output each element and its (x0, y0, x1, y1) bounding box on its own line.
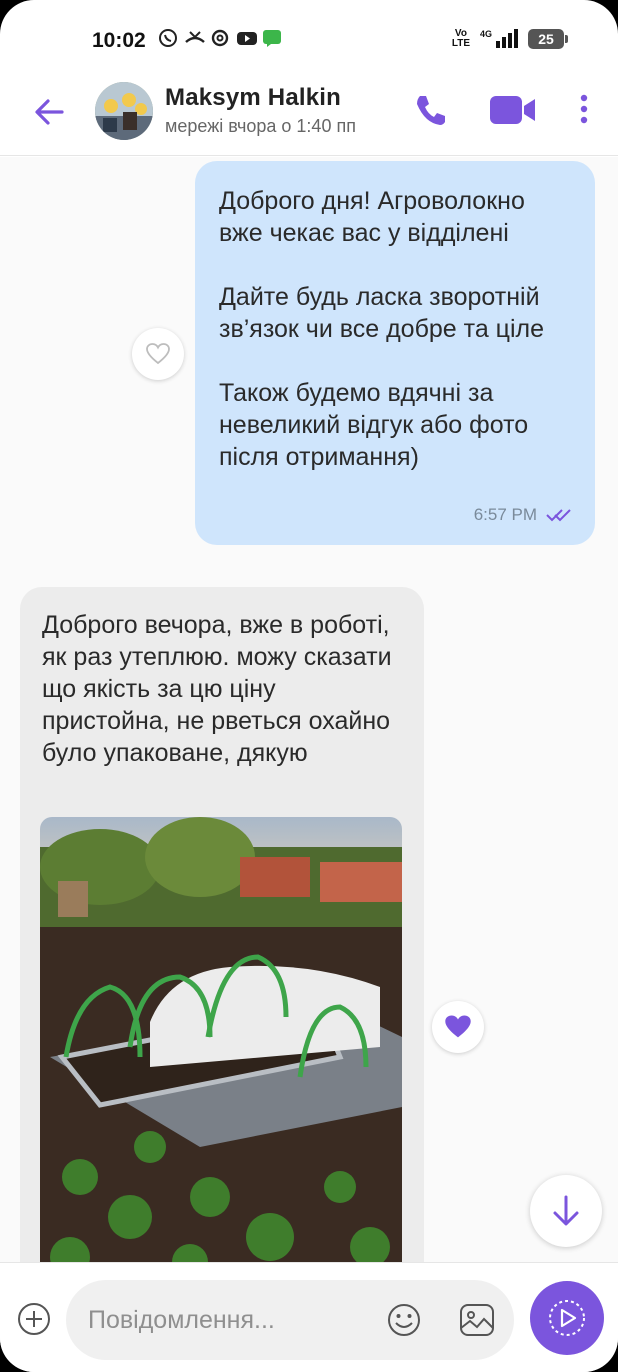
kebab-menu-icon (580, 94, 588, 124)
message-text: Доброго вечора, вже в роботі, як раз уте… (42, 611, 392, 767)
heart-outline-icon (146, 343, 170, 365)
message-time: 6:57 PM (473, 505, 537, 524)
threads-icon (210, 28, 230, 48)
youtube-icon (236, 28, 257, 48)
voice-call-button[interactable] (410, 90, 450, 130)
garden-greenhouse-photo[interactable] (40, 817, 402, 1262)
avatar[interactable] (95, 82, 153, 140)
messages-icon (262, 28, 282, 48)
status-bar: 10:02 Vo LTE 4G 25 (0, 0, 618, 80)
arrow-down-icon (553, 1195, 579, 1226)
video-call-button[interactable] (488, 92, 538, 128)
photo-image (40, 817, 402, 1262)
video-camera-icon (490, 96, 535, 124)
last-seen-status: мережі вчора о 1:40 пп (165, 116, 356, 136)
outgoing-message[interactable]: Доброго дня! Агроволокно вже чекає вас у… (195, 161, 595, 545)
signal-icon: 4G (480, 29, 518, 48)
message-input-placeholder[interactable]: Повідомлення... (88, 1306, 275, 1335)
viber-icon (158, 28, 178, 48)
status-time: 10:02 (92, 29, 146, 52)
viber-chat-screen: 10:02 Vo LTE 4G 25 Maksym Halkin мережі … (0, 0, 618, 1372)
avatar-photo (95, 82, 153, 140)
emoji-button[interactable] (386, 1302, 422, 1338)
message-meta: 6:57 PM (474, 499, 573, 531)
message-input[interactable]: Повідомлення... (66, 1280, 514, 1360)
message-list[interactable]: Доброго дня! Агроволокно вже чекає вас у… (0, 157, 618, 1262)
arrow-left-icon (35, 99, 64, 125)
like-button-active[interactable] (432, 1001, 484, 1053)
missed-call-icon (184, 28, 205, 48)
svg-text:4G: 4G (480, 29, 492, 39)
heart-filled-icon (445, 1015, 471, 1038)
smiley-icon (388, 1304, 420, 1336)
message-text: Дайте будь ласка зворотній зв’язок чи вс… (219, 283, 545, 343)
sticker-button[interactable] (458, 1302, 496, 1338)
scroll-to-bottom-button[interactable] (530, 1175, 602, 1247)
plus-circle-icon (18, 1303, 50, 1335)
message-text: Також будемо вдячні за невеликий відгук … (219, 379, 529, 471)
sticker-icon (460, 1304, 494, 1336)
like-button[interactable] (132, 328, 184, 380)
phone-icon (417, 96, 445, 125)
double-check-icon (546, 509, 571, 522)
more-options-button[interactable] (574, 90, 594, 130)
attach-button[interactable] (16, 1301, 52, 1337)
battery-indicator: 25 (528, 29, 568, 49)
volte-indicator: Vo LTE (451, 28, 470, 49)
notification-icons (158, 28, 282, 48)
system-icons: Vo LTE 4G 25 (451, 28, 568, 50)
incoming-message[interactable]: Доброго вечора, вже в роботі, як раз уте… (20, 587, 424, 1262)
message-text: Доброго дня! Агроволокно вже чекає вас у… (219, 187, 525, 247)
play-send-icon (549, 1300, 585, 1336)
chat-header: Maksym Halkin мережі вчора о 1:40 пп (0, 80, 618, 156)
send-button[interactable] (530, 1281, 604, 1355)
back-button[interactable] (30, 92, 70, 132)
contact-name[interactable]: Maksym Halkin (165, 84, 341, 112)
message-composer: Повідомлення... (0, 1262, 618, 1372)
